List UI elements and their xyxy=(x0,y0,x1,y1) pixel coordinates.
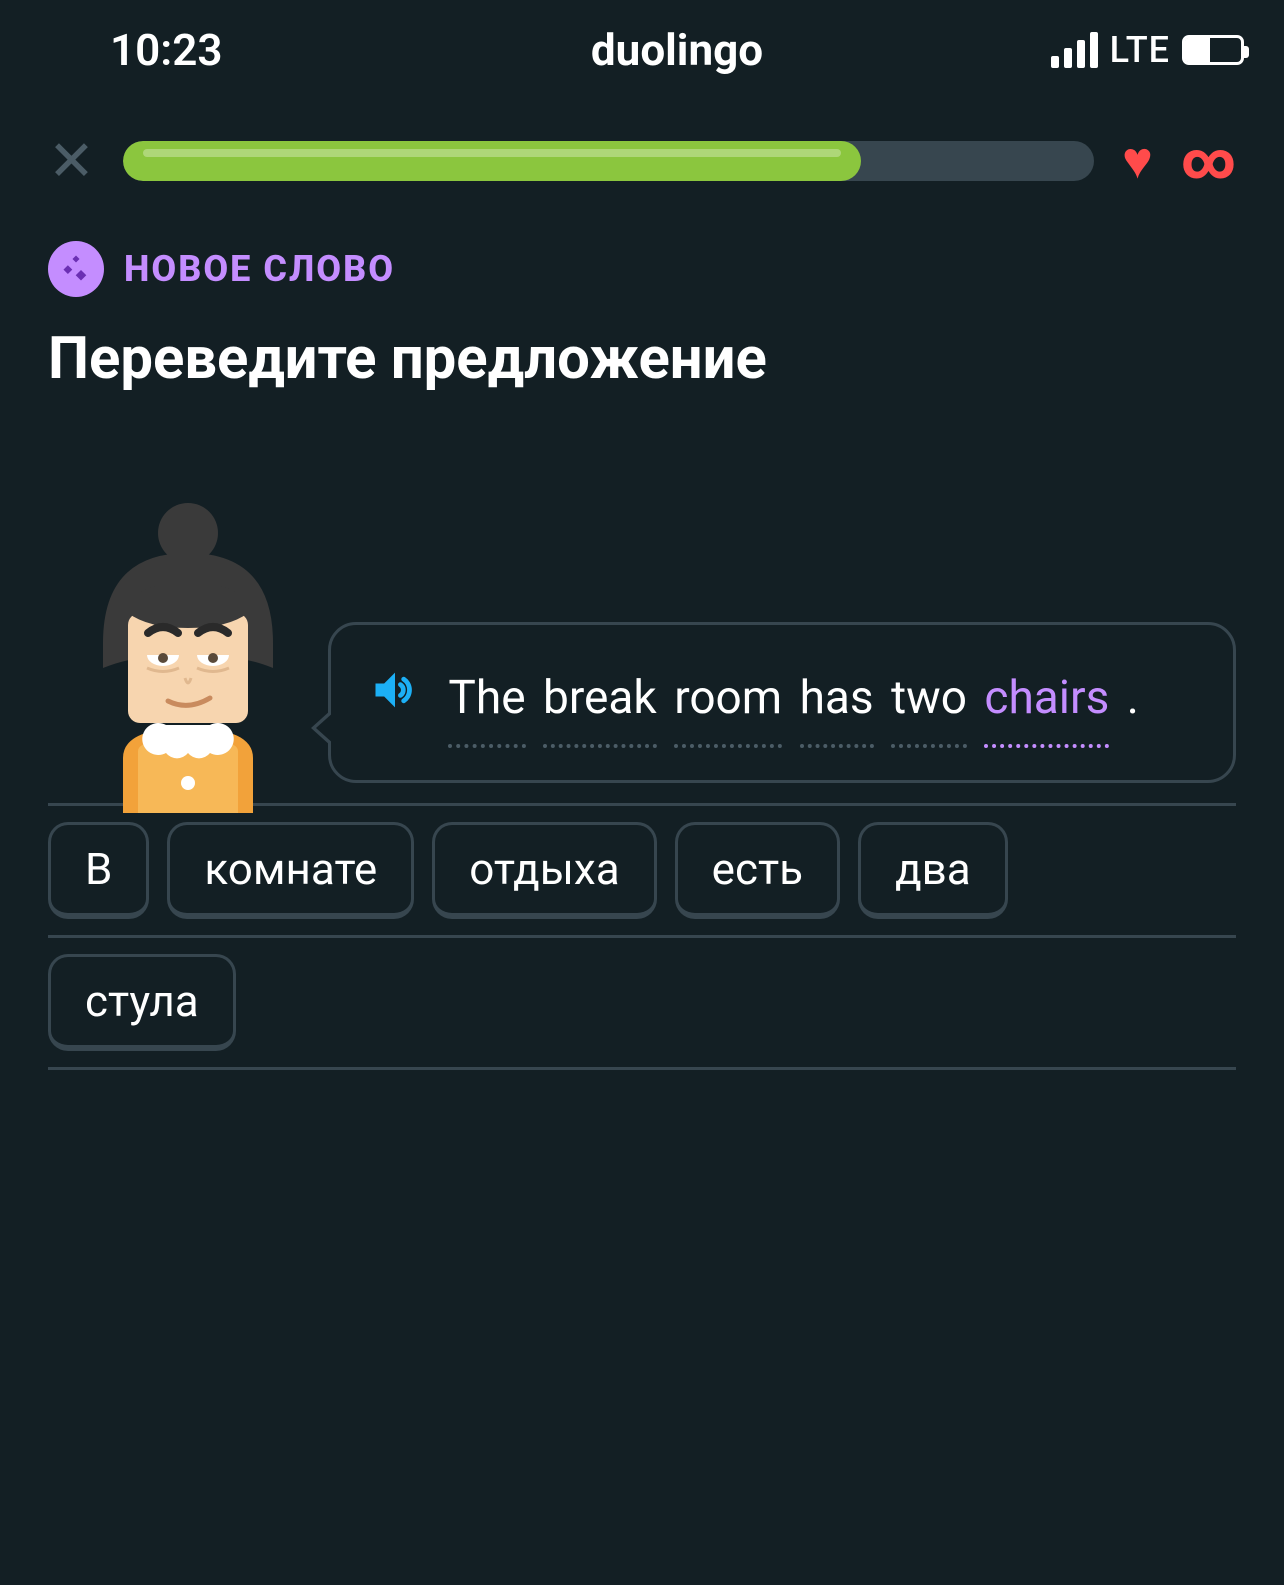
new-word-badge: НОВОЕ СЛОВО xyxy=(0,211,1284,297)
word-chip[interactable]: стула xyxy=(48,954,236,1051)
sentence-area: The break room has two chairs . xyxy=(0,393,1284,813)
sentence-word[interactable]: chairs xyxy=(984,657,1109,748)
sentence-word[interactable]: two xyxy=(891,657,967,748)
answer-area: Вкомнатеотдыхаестьдва стула xyxy=(0,803,1284,1070)
progress-fill xyxy=(123,141,861,181)
status-bar: 10:23 duolingo LTE xyxy=(0,0,1284,100)
sentence-trailing: . xyxy=(1127,657,1139,740)
speaker-icon[interactable] xyxy=(369,660,421,743)
word-chip[interactable]: есть xyxy=(675,822,840,919)
signal-icon xyxy=(1051,32,1098,68)
badge-label: НОВОЕ СЛОВО xyxy=(124,248,395,290)
progress-row: ✕ ♥ ∞ xyxy=(0,100,1284,211)
infinity-icon: ∞ xyxy=(1181,130,1236,191)
speech-bubble: The break room has two chairs . xyxy=(328,622,1236,783)
word-chip[interactable]: два xyxy=(858,822,1008,919)
close-button[interactable]: ✕ xyxy=(48,133,95,189)
network-label: LTE xyxy=(1110,29,1170,71)
app-title: duolingo xyxy=(488,24,866,76)
sparkle-icon xyxy=(48,241,104,297)
sentence-word[interactable]: room xyxy=(674,657,782,748)
sentence-word[interactable]: break xyxy=(543,657,657,748)
answer-row-2[interactable]: стула xyxy=(48,938,1236,1070)
sentence-text[interactable]: The break room has two chairs xyxy=(448,671,1126,725)
status-time: 10:23 xyxy=(40,24,488,76)
battery-icon xyxy=(1182,35,1244,65)
heart-icon[interactable]: ♥ xyxy=(1122,130,1153,191)
word-chip[interactable]: комнате xyxy=(167,822,414,919)
word-chip[interactable]: В xyxy=(48,822,149,919)
word-chip[interactable]: отдыха xyxy=(432,822,656,919)
sentence-word[interactable]: The xyxy=(448,657,525,748)
answer-row-1[interactable]: Вкомнатеотдыхаестьдва xyxy=(48,803,1236,938)
status-right: LTE xyxy=(866,29,1244,71)
battery-fill xyxy=(1185,38,1210,62)
character-avatar xyxy=(48,493,328,813)
progress-bar xyxy=(123,141,1094,181)
sentence-word[interactable]: has xyxy=(800,657,874,748)
exercise-prompt: Переведите предложение xyxy=(0,297,1284,393)
